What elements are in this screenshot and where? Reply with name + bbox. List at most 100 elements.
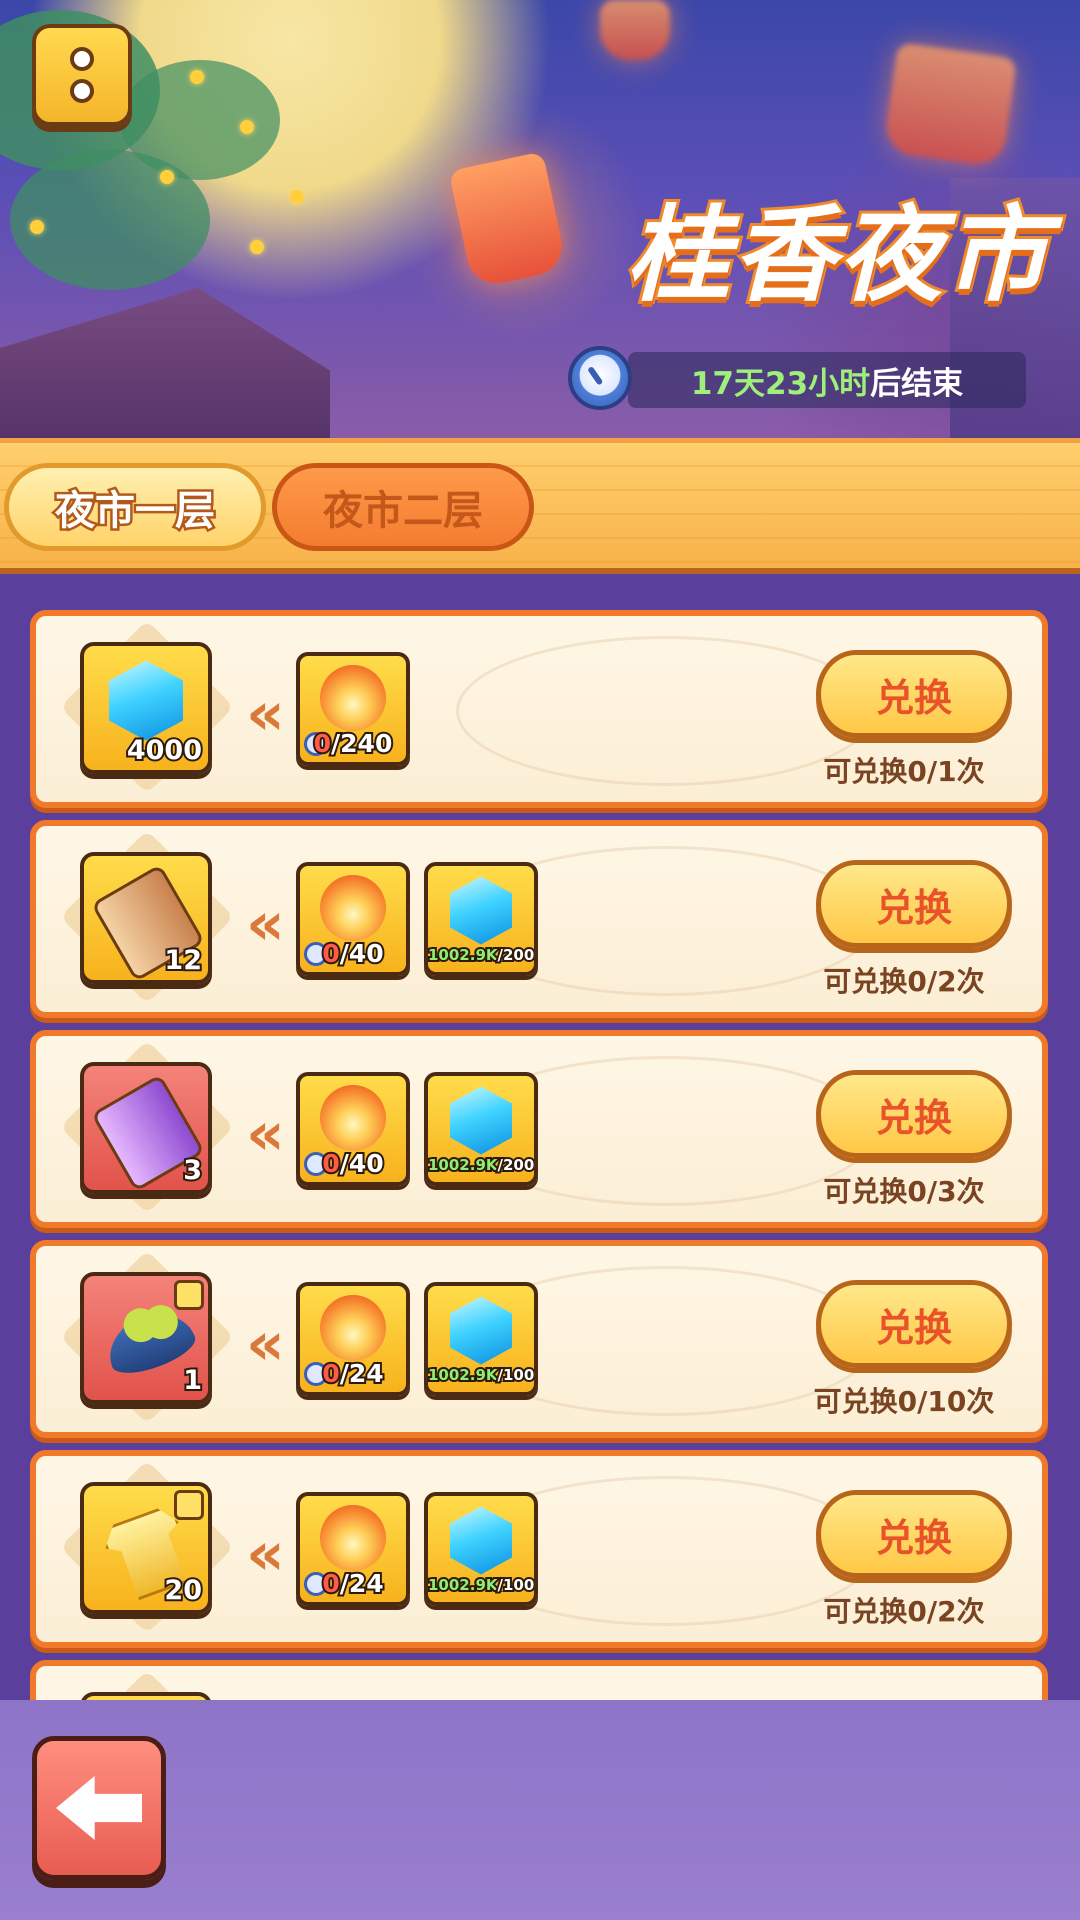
osmanthus-flower [240, 120, 254, 134]
puzzle-piece-icon [174, 1490, 204, 1520]
reward-slot[interactable]: 12 [80, 852, 212, 984]
tab-floor-2[interactable]: 夜市二层 [272, 463, 534, 551]
osmanthus-flower [250, 240, 264, 254]
lantern-icon [320, 1505, 386, 1572]
exchange-row: 1 « 0/24 1002.9K/100 兑换 可兑换0/10次 [30, 1240, 1048, 1438]
cost-have: 0 [320, 1147, 342, 1180]
cost-slot[interactable]: 1002.9K/200 [424, 1072, 538, 1186]
cost-have: 1002.9K [428, 1154, 500, 1176]
cost-need: /24 [338, 1567, 386, 1600]
chevron-left-icon: « [246, 1519, 285, 1589]
timer-remaining: 17天23小时 [690, 365, 871, 402]
menu-icon [70, 47, 94, 71]
cost-amount: 0/40 [300, 1147, 406, 1180]
sky-lantern [600, 0, 670, 60]
temple-roof [0, 288, 330, 438]
cost-slot[interactable]: 0/240 [296, 652, 410, 766]
exchange-button[interactable]: 兑换 [816, 860, 1012, 948]
exchange-row [30, 1660, 1048, 1700]
cost-have: 0 [320, 1357, 342, 1390]
exchange-button[interactable]: 兑换 [816, 1070, 1012, 1158]
exchange-limit: 可兑换0/2次 [823, 965, 985, 998]
back-arrow-icon [56, 1776, 142, 1840]
cost-have: 1002.9K [428, 1364, 500, 1386]
cost-amount: 1002.9K/200 [428, 944, 535, 966]
gem-icon [450, 1506, 512, 1575]
cost-slot[interactable]: 1002.9K/100 [424, 1282, 538, 1396]
cost-amount: 0/40 [300, 937, 406, 970]
reward-quantity: 4000 [125, 733, 204, 768]
cost-have: 0 [312, 727, 334, 760]
cost-slot[interactable]: 0/40 [296, 862, 410, 976]
clock-icon [568, 346, 632, 410]
exchange-limit: 可兑换0/10次 [813, 1385, 995, 1418]
gem-icon [450, 876, 512, 945]
reward-slot[interactable] [80, 1692, 212, 1700]
reward-quantity: 1 [181, 1363, 204, 1398]
osmanthus-flower [160, 170, 174, 184]
cost-need: /40 [338, 1147, 386, 1180]
reward-quantity: 20 [162, 1573, 204, 1608]
exchange-button[interactable]: 兑换 [816, 1280, 1012, 1368]
lantern-icon [320, 1295, 386, 1362]
cost-amount: 1002.9K/200 [428, 1154, 535, 1176]
floor-tabs: 夜市一层 夜市二层 [0, 438, 1080, 574]
tab-floor-1[interactable]: 夜市一层 [4, 463, 266, 551]
cost-need: /40 [338, 937, 386, 970]
exchange-row: 3 « 0/40 1002.9K/200 兑换 可兑换0/3次 [30, 1030, 1048, 1228]
cost-need: /24 [338, 1357, 386, 1390]
cost-amount: 1002.9K/100 [428, 1574, 535, 1596]
menu-icon-dot [70, 79, 94, 103]
cost-have: 0 [320, 937, 342, 970]
chevron-left-icon: « [246, 1309, 285, 1379]
chevron-left-icon: « [246, 679, 285, 749]
cost-slot[interactable]: 1002.9K/100 [424, 1492, 538, 1606]
menu-button[interactable] [32, 24, 132, 126]
osmanthus-flower [190, 70, 204, 84]
lantern-icon [320, 1085, 386, 1152]
exchange-button[interactable]: 兑换 [816, 1490, 1012, 1578]
cost-need: /240 [329, 727, 394, 760]
cost-slot[interactable]: 0/40 [296, 1072, 410, 1186]
footer-bar [0, 1700, 1080, 1920]
exchange-limit: 可兑换0/3次 [823, 1175, 985, 1208]
exchange-button[interactable]: 兑换 [816, 650, 1012, 738]
cost-need: /100 [496, 1574, 535, 1596]
gem-icon [450, 1296, 512, 1365]
cost-have: 1002.9K [428, 1574, 500, 1596]
cost-need: /100 [496, 1364, 535, 1386]
exchange-list[interactable]: 4000 « 0/240 兑换 可兑换0/1次 12 « 0/40 1002.9… [0, 574, 1080, 1700]
osmanthus-flower [30, 220, 44, 234]
cost-slot[interactable]: 0/24 [296, 1492, 410, 1606]
sky-lantern [882, 42, 1018, 168]
exchange-row: 20 « 0/24 1002.9K/100 兑换 可兑换0/2次 [30, 1450, 1048, 1648]
lantern-icon [320, 875, 386, 942]
lantern-icon [320, 665, 386, 732]
gem-icon [109, 660, 183, 741]
cost-need: /200 [496, 944, 535, 966]
chevron-left-icon: « [246, 889, 285, 959]
cost-have: 1002.9K [428, 944, 500, 966]
exchange-limit: 可兑换0/1次 [823, 755, 985, 788]
cost-amount: 0/24 [300, 1357, 406, 1390]
reward-slot[interactable]: 20 [80, 1482, 212, 1614]
event-timer: 17天23小时 后结束 [628, 352, 1026, 408]
event-title: 桂香夜市 [623, 191, 1051, 319]
sky-lantern [448, 151, 568, 289]
gem-icon [450, 1086, 512, 1155]
back-button[interactable] [32, 1736, 166, 1880]
reward-slot[interactable]: 3 [80, 1062, 212, 1194]
reward-slot[interactable]: 1 [80, 1272, 212, 1404]
cost-slot[interactable]: 1002.9K/200 [424, 862, 538, 976]
reward-slot[interactable]: 4000 [80, 642, 212, 774]
puzzle-piece-icon [174, 1280, 204, 1310]
cost-amount: 0/240 [300, 727, 406, 760]
cost-have: 0 [320, 1567, 342, 1600]
reward-quantity: 3 [181, 1153, 204, 1188]
cost-slot[interactable]: 0/24 [296, 1282, 410, 1396]
chevron-left-icon: « [246, 1099, 285, 1169]
timer-suffix: 后结束 [870, 365, 964, 402]
reward-quantity: 12 [162, 943, 204, 978]
cost-need: /200 [496, 1154, 535, 1176]
cost-amount: 0/24 [300, 1567, 406, 1600]
